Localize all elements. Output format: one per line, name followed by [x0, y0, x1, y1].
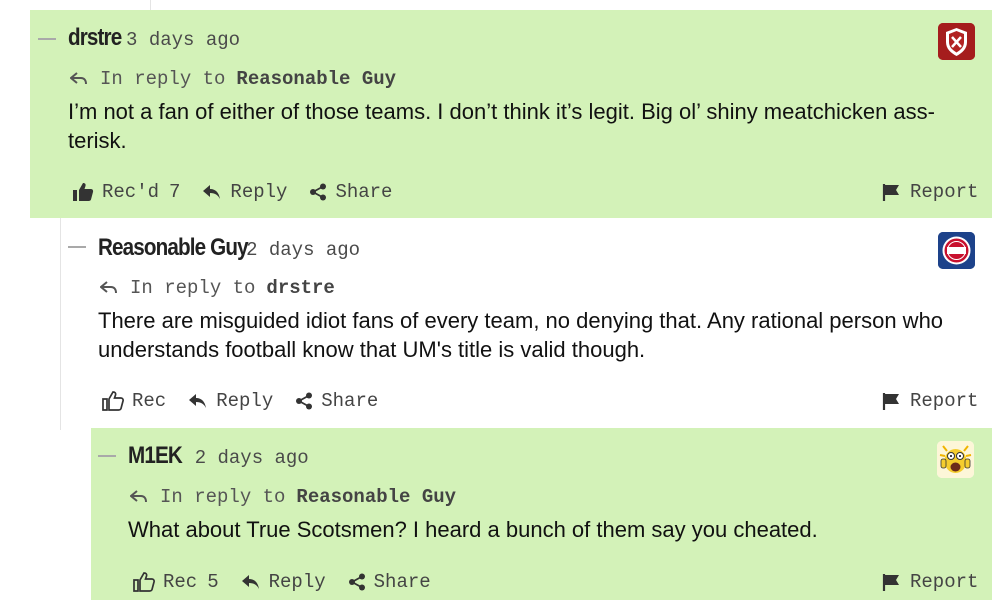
rec-label: Rec	[163, 571, 198, 593]
rec-count: 5	[207, 571, 219, 593]
rec-button[interactable]: Rec'd 7	[72, 181, 180, 203]
reply-to-author[interactable]: Reasonable Guy	[236, 68, 396, 90]
thumbs-up-outline-icon	[133, 572, 155, 592]
rec-label: Rec	[132, 390, 167, 412]
screaming-cartoon-face-icon[interactable]	[937, 441, 974, 478]
comment-body: What about True Scotsmen? I heard a bunc…	[128, 517, 818, 542]
comment-body: I’m not a fan of either of those teams. …	[68, 99, 935, 153]
comment-drstre: drstre 3 days ago In reply to Reasonable…	[30, 10, 992, 218]
share-button[interactable]: Share	[348, 571, 431, 593]
thumbs-up-filled-icon	[73, 183, 94, 201]
comment-timestamp[interactable]: 2 days ago	[246, 239, 360, 261]
reply-prefix: In reply to	[130, 277, 256, 299]
comment-author[interactable]: M1EK	[128, 442, 183, 470]
reply-label: Reply	[230, 181, 288, 203]
report-button[interactable]: Report	[882, 181, 978, 203]
reply-to-author[interactable]: drstre	[266, 277, 334, 299]
rec-count: 7	[169, 181, 181, 203]
reply-to-author[interactable]: Reasonable Guy	[296, 486, 456, 508]
comment-body: There are misguided idiot fans of every …	[98, 308, 944, 362]
share-label: Share	[321, 390, 379, 412]
share-button[interactable]: Share	[295, 390, 378, 412]
share-icon	[348, 573, 365, 591]
red-shield-crest-icon[interactable]	[938, 23, 975, 60]
comment-m1ek: M1EK 2 days ago In reply to Reasonable G…	[91, 428, 992, 600]
reply-arrow-icon	[70, 72, 87, 85]
share-label: Share	[335, 181, 393, 203]
reply-icon	[189, 394, 207, 408]
share-icon	[296, 392, 313, 410]
reply-button[interactable]: Reply	[241, 571, 326, 593]
rec-button[interactable]: Rec	[102, 390, 166, 412]
reply-label: Reply	[216, 390, 274, 412]
reply-prefix: In reply to	[100, 68, 226, 90]
share-icon	[310, 183, 327, 201]
rec-button[interactable]: Rec 5	[133, 571, 219, 593]
report-label: Report	[910, 181, 979, 203]
flag-icon	[882, 184, 899, 201]
comment-author[interactable]: Reasonable Guy	[98, 234, 249, 262]
report-label: Report	[910, 390, 979, 412]
flag-icon	[882, 574, 899, 591]
share-label: Share	[373, 571, 431, 593]
reply-arrow-icon	[130, 490, 147, 503]
report-button[interactable]: Report	[882, 571, 978, 593]
reply-icon	[241, 575, 259, 589]
report-label: Report	[910, 571, 979, 593]
comment-author[interactable]: drstre	[68, 24, 122, 52]
reply-label: Reply	[268, 571, 326, 593]
detroit-pistons-logo-icon[interactable]	[938, 232, 975, 269]
reply-arrow-icon	[100, 281, 117, 294]
collapse-toggle[interactable]	[98, 455, 116, 457]
collapse-toggle[interactable]	[38, 38, 56, 40]
collapse-toggle[interactable]	[68, 246, 86, 248]
comment-reasonable-guy: Reasonable Guy 2 days ago In reply to dr…	[60, 218, 992, 428]
thumbs-up-outline-icon	[102, 391, 124, 411]
reply-button[interactable]: Reply	[202, 181, 287, 203]
comment-timestamp[interactable]: 3 days ago	[126, 29, 240, 51]
flag-icon	[882, 393, 899, 410]
reply-button[interactable]: Reply	[188, 390, 273, 412]
comment-timestamp[interactable]: 2 days ago	[195, 447, 309, 469]
reply-prefix: In reply to	[160, 486, 286, 508]
reply-icon	[203, 185, 221, 199]
thread-line	[150, 0, 151, 10]
report-button[interactable]: Report	[882, 390, 978, 412]
share-button[interactable]: Share	[309, 181, 392, 203]
rec-label: Rec'd	[102, 181, 160, 203]
